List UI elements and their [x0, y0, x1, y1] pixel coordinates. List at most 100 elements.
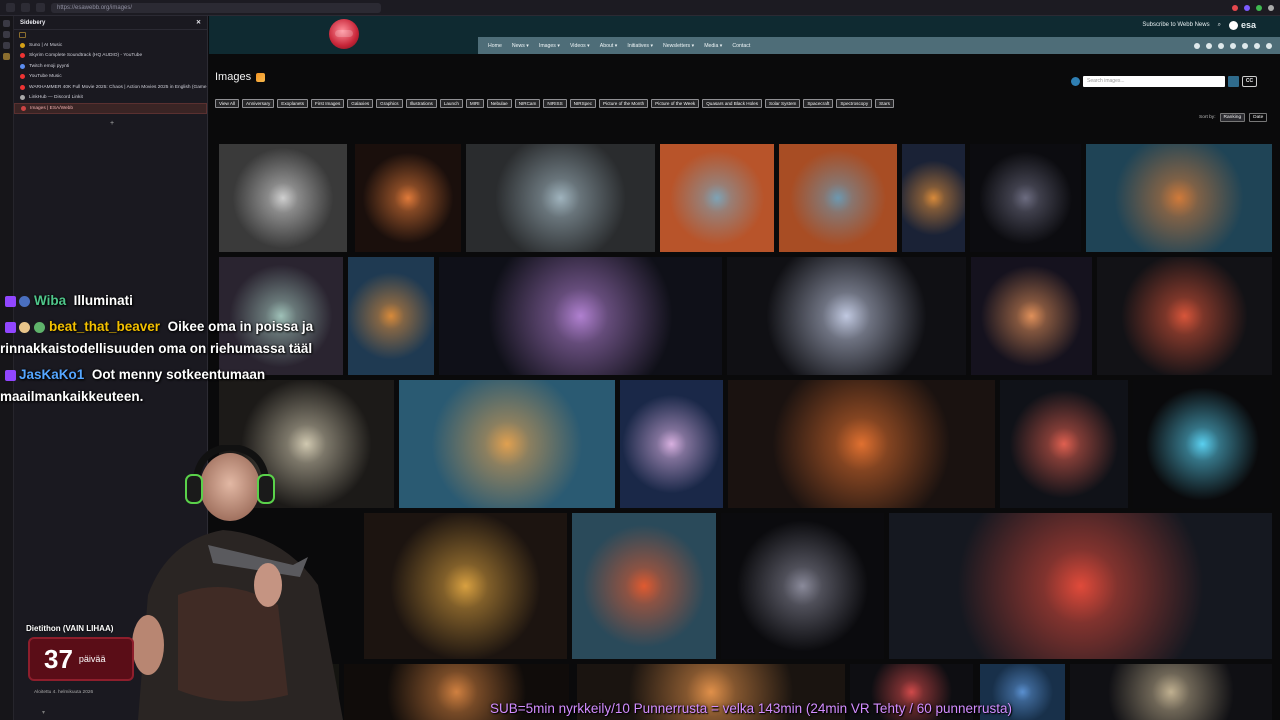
filter-chip[interactable]: View All [215, 99, 240, 108]
rss-icon[interactable] [256, 72, 266, 82]
filter-chip[interactable]: NIRCam [514, 99, 541, 108]
sort-ranking[interactable]: Ranking [1219, 113, 1246, 122]
filter-chip[interactable]: First Images [311, 99, 345, 108]
gallery-image[interactable] [620, 380, 723, 508]
gallery-image[interactable] [728, 380, 995, 508]
gallery-image[interactable] [889, 513, 1272, 659]
gallery-image[interactable] [364, 513, 567, 659]
reload-icon[interactable] [36, 3, 45, 12]
x-icon[interactable] [1206, 42, 1212, 49]
close-icon[interactable]: ✕ [196, 19, 201, 26]
filter-chip[interactable]: Spacecraft [803, 99, 834, 108]
nav-item[interactable]: Contact [732, 43, 750, 49]
gallery-image[interactable] [971, 257, 1092, 375]
forward-icon[interactable] [21, 3, 30, 12]
panel-icon[interactable] [3, 20, 10, 27]
filter-chip[interactable]: MIRI [465, 99, 484, 108]
filter-chip[interactable]: Exoplanets [277, 99, 309, 108]
filter-chip[interactable]: Illustrations [405, 99, 437, 108]
menu-icon[interactable] [1268, 4, 1274, 11]
filter-chip[interactable]: Graphics [376, 99, 403, 108]
sidebar-tab[interactable]: YouTube Music [14, 72, 207, 83]
panel-icon[interactable] [3, 31, 10, 38]
filter-chip[interactable]: Stars [875, 99, 894, 108]
gallery-image[interactable] [721, 513, 884, 659]
gallery-image[interactable] [1000, 380, 1128, 508]
search-button[interactable] [1228, 76, 1239, 87]
gallery-image[interactable] [572, 513, 716, 659]
badge-icon [19, 295, 30, 307]
new-tab-icon[interactable]: + [110, 120, 114, 127]
back-icon[interactable] [6, 3, 15, 12]
sidebar-tab-label: Skyrim Complete Soundtrack (HQ AUDIO) - … [29, 53, 143, 59]
favicon-icon [20, 42, 25, 48]
filter-chip[interactable]: Picture of the Week [651, 99, 700, 108]
filter-chip[interactable]: Galaxies [347, 99, 374, 108]
favicon-icon [21, 105, 26, 111]
gallery-image[interactable] [1070, 664, 1272, 720]
subscribe-link[interactable]: Subscribe to Webb News [1142, 22, 1209, 28]
sidebar-tab[interactable]: Suno | AI Music [14, 40, 207, 51]
gallery-image[interactable] [660, 144, 774, 252]
gallery-image[interactable] [970, 144, 1081, 252]
gallery-image[interactable] [1133, 380, 1272, 508]
subathon-ticker: SUB=5min nyrkkeily/10 Punnerrusta = velk… [490, 701, 1013, 716]
filter-chip[interactable]: Solar System [765, 99, 801, 108]
nav-item[interactable]: Videos ▾ [570, 43, 590, 49]
extension-icon[interactable] [1256, 4, 1262, 11]
gallery-image[interactable] [466, 144, 655, 252]
tabs-panel-icon[interactable] [19, 32, 26, 38]
filter-chip[interactable]: NIRSpec [569, 99, 597, 108]
gallery-image[interactable] [1086, 144, 1272, 252]
sidebar-tab-label: WARHAMMER 40K Full Movie 2025: Chaos | A… [29, 84, 207, 90]
webb-logo[interactable] [329, 19, 359, 49]
gallery-image[interactable] [219, 144, 347, 252]
panel-icon[interactable] [3, 42, 10, 49]
filter-chip[interactable]: Quasars and Black Holes [702, 99, 763, 108]
panel-icon[interactable] [3, 53, 10, 60]
address-bar[interactable]: https://esawebb.org/images/ [51, 2, 381, 13]
gallery-image[interactable] [355, 144, 461, 252]
sidebar-tab[interactable]: Twitch emoji pyynti [14, 61, 207, 72]
search-icon[interactable]: ⌕ [1218, 22, 1221, 29]
trash-icon[interactable]: ▾ [42, 709, 45, 716]
gallery-image[interactable] [348, 257, 434, 375]
sidebar-tab[interactable]: Skyrim Complete Soundtrack (HQ AUDIO) - … [14, 51, 207, 62]
nav-item[interactable]: Media ▾ [704, 43, 722, 49]
nav-item[interactable]: About ▾ [600, 43, 618, 49]
globe-icon[interactable] [1071, 77, 1080, 86]
filter-chip[interactable]: NIRISS [543, 99, 567, 108]
filter-chip[interactable]: Nebulae [486, 99, 512, 108]
cc-badge[interactable]: CC [1242, 76, 1257, 87]
nav-item[interactable]: Images ▾ [539, 43, 560, 49]
filter-chip[interactable]: Launch [439, 99, 463, 108]
extension-icon[interactable] [1232, 4, 1238, 11]
gallery-image[interactable] [399, 380, 615, 508]
filter-chip[interactable]: Anniversary [242, 99, 275, 108]
extension-icon[interactable] [1244, 4, 1250, 11]
sidebar-tab[interactable]: LinkHub — Discord Linkit [14, 93, 207, 104]
rss-icon[interactable] [1266, 42, 1272, 49]
gallery-image[interactable] [779, 144, 897, 252]
instagram-icon[interactable] [1218, 42, 1224, 49]
filter-chip[interactable]: Spectroscopy [836, 99, 873, 108]
filter-chip[interactable]: Picture of the Month [599, 99, 649, 108]
esa-logo[interactable]: esa [1228, 20, 1256, 30]
nav-item[interactable]: Initiatives ▾ [627, 43, 653, 49]
gallery-image[interactable] [439, 257, 722, 375]
gallery-image[interactable] [1097, 257, 1272, 375]
sidebar-tab[interactable]: Images | ESA/Webb [14, 103, 207, 114]
gallery-image[interactable] [727, 257, 966, 375]
nav-item[interactable]: Home [488, 43, 502, 49]
nav-item[interactable]: News ▾ [512, 43, 529, 49]
linkedin-icon[interactable] [1242, 42, 1248, 49]
youtube-icon[interactable] [1230, 42, 1236, 49]
nav-item[interactable]: Newsletters ▾ [663, 43, 694, 49]
sort-date[interactable]: Date [1249, 113, 1268, 122]
sidebar-tab[interactable]: WARHAMMER 40K Full Movie 2025: Chaos | A… [14, 82, 207, 93]
search-input[interactable]: Search images... [1083, 76, 1225, 87]
facebook-icon[interactable] [1194, 42, 1200, 49]
flickr-icon[interactable] [1254, 42, 1260, 49]
gallery-image[interactable] [902, 144, 965, 252]
hand [254, 563, 282, 607]
